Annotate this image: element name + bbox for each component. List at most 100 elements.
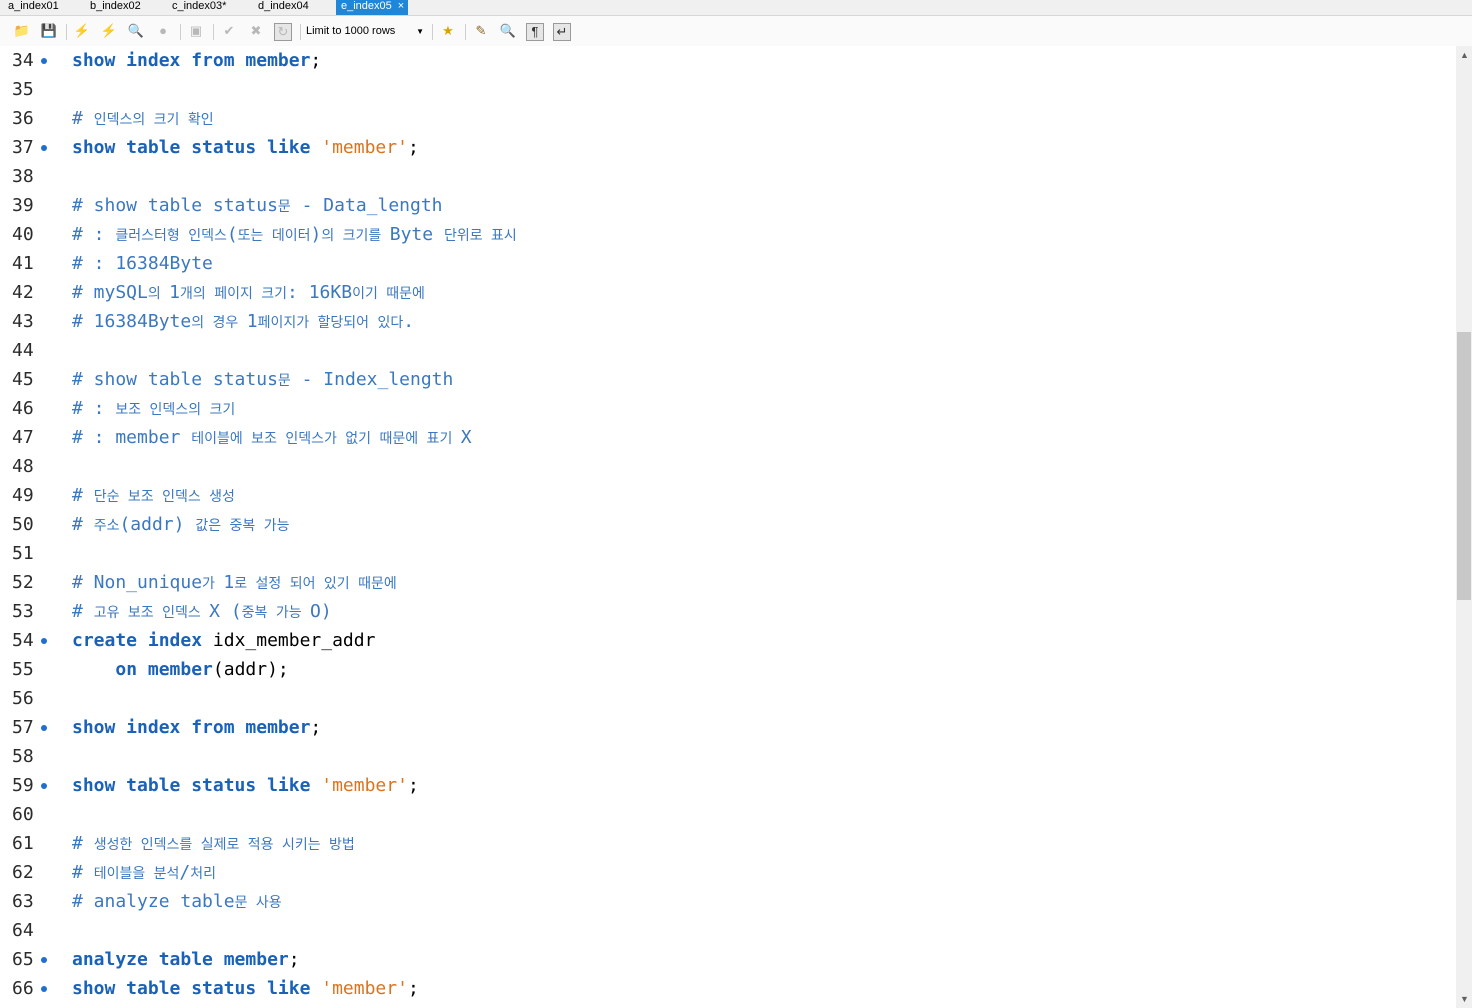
scroll-up-icon[interactable]: ▲ xyxy=(1460,50,1469,60)
toolbar-separator xyxy=(66,24,67,40)
code-line[interactable]: 60 xyxy=(0,800,1456,829)
tab-a_index01[interactable]: a_index01 xyxy=(8,0,59,15)
beautify-icon[interactable]: ✎ xyxy=(472,22,490,40)
code-token: 값은 중복 가능 xyxy=(195,518,290,534)
stop-icon[interactable]: ● xyxy=(154,22,172,40)
code-token: (addr); xyxy=(212,659,289,680)
code-line[interactable]: 43 # 16384Byte의 경우 1페이지가 할당되어 있다. xyxy=(0,307,1456,336)
code-token: # mySQL xyxy=(72,282,148,303)
code-line[interactable]: 65 analyze table member; xyxy=(0,945,1456,974)
code-line[interactable]: 58 xyxy=(0,742,1456,771)
code-line[interactable]: 48 xyxy=(0,452,1456,481)
code-token: 'member' xyxy=(321,137,408,158)
code-token: 의 크기를 xyxy=(321,228,390,244)
add-snippet-icon[interactable]: ★ xyxy=(439,22,457,40)
explain-icon[interactable]: 🔍 xyxy=(127,22,145,40)
toggle-results-icon[interactable]: ▣ xyxy=(187,22,205,40)
code-text: # : 보조 인덱스의 크기 xyxy=(72,394,235,425)
code-line[interactable]: 50 # 주소(addr) 값은 중복 가능 xyxy=(0,510,1456,539)
code-token: 개의 페이지 크기 xyxy=(180,286,288,302)
code-line[interactable]: 56 xyxy=(0,684,1456,713)
vertical-scrollbar[interactable]: ▲ ▼ xyxy=(1456,46,1472,1008)
invisible-chars-icon[interactable]: ¶ xyxy=(526,23,544,41)
code-token: 생성한 인덱스를 실제로 적용 시키는 방법 xyxy=(93,837,355,853)
code-token: - Index_length xyxy=(290,369,454,390)
line-number: 52 xyxy=(12,572,34,593)
code-line[interactable]: 61 # 생성한 인덱스를 실제로 적용 시키는 방법 xyxy=(0,829,1456,858)
code-text: show table status like 'member'; xyxy=(72,771,419,800)
code-line[interactable]: 52 # Non_unique가 1로 설정 되어 있기 때문에 xyxy=(0,568,1456,597)
statement-marker-icon xyxy=(41,986,47,992)
autocommit-icon[interactable]: ↻ xyxy=(274,23,292,41)
code-text: show table status like 'member'; xyxy=(72,133,419,162)
line-number: 63 xyxy=(12,891,34,912)
open-folder-icon[interactable]: 📁 xyxy=(13,22,31,40)
sql-editor[interactable]: 34 show index from member; 35 36 # 인덱스의 크기 확… xyxy=(0,46,1456,1008)
code-token: 'member' xyxy=(321,978,408,999)
statement-marker-icon xyxy=(41,783,47,789)
code-token: 의 경우 xyxy=(191,315,247,331)
code-line[interactable]: 59 show table status like 'member'; xyxy=(0,771,1456,800)
code-line[interactable]: 41 # : 16384Byte xyxy=(0,249,1456,278)
tab-d_index04[interactable]: d_index04 xyxy=(258,0,309,15)
toolbar-separator xyxy=(213,24,214,40)
tab-c_index03[interactable]: c_index03* xyxy=(172,0,226,15)
line-number: 51 xyxy=(12,543,34,564)
code-line[interactable]: 35 xyxy=(0,75,1456,104)
find-icon[interactable]: 🔍 xyxy=(499,22,517,40)
code-token: on member xyxy=(115,659,213,680)
execute-selection-icon[interactable]: ⚡ xyxy=(100,22,118,40)
code-line[interactable]: 42 # mySQL의 1개의 페이지 크기: 16KB이기 때문에 xyxy=(0,278,1456,307)
code-line[interactable]: 54 create index idx_member_addr xyxy=(0,626,1456,655)
execute-icon[interactable]: ⚡ xyxy=(73,22,91,40)
rollback-icon[interactable]: ✖ xyxy=(247,22,265,40)
code-token: X xyxy=(460,427,472,448)
code-line[interactable]: 57 show index from member; xyxy=(0,713,1456,742)
code-token: 문 사용 xyxy=(234,895,282,911)
line-number: 37 xyxy=(12,137,34,158)
code-token: 문 xyxy=(277,199,291,215)
code-line[interactable]: 44 xyxy=(0,336,1456,365)
code-line[interactable]: 46 # : 보조 인덱스의 크기 xyxy=(0,394,1456,423)
code-line[interactable]: 51 xyxy=(0,539,1456,568)
code-line[interactable]: 66 show table status like 'member'; xyxy=(0,974,1456,1003)
scrollbar-thumb[interactable] xyxy=(1457,332,1471,600)
scroll-down-icon[interactable]: ▼ xyxy=(1460,994,1469,1004)
code-line[interactable]: 47 # : member 테이블에 보조 인덱스가 없기 때문에 표기 X xyxy=(0,423,1456,452)
line-number: 64 xyxy=(12,920,34,941)
code-token: O) xyxy=(310,601,332,622)
code-token: # xyxy=(72,833,94,854)
code-text: # show table status문 - Data_length xyxy=(72,191,443,222)
code-line[interactable]: 45 # show table status문 - Index_length xyxy=(0,365,1456,394)
tab-e_index05[interactable]: e_index05 × xyxy=(336,0,409,15)
code-token: Byte xyxy=(389,224,444,245)
code-text: # : 16384Byte xyxy=(72,249,213,278)
code-token: 단위로 표시 xyxy=(443,228,517,244)
code-line[interactable]: 40 # : 클러스터형 인덱스(또는 데이터)의 크기를 Byte 단위로 표시 xyxy=(0,220,1456,249)
wrap-icon[interactable]: ↵ xyxy=(553,23,571,41)
code-line[interactable]: 55 on member(addr); xyxy=(0,655,1456,684)
code-line[interactable]: 49 # 단순 보조 인덱스 생성 xyxy=(0,481,1456,510)
code-line[interactable]: 39 # show table status문 - Data_length xyxy=(0,191,1456,220)
tab-bar: a_index01 b_index02 c_index03* d_index04 e_i… xyxy=(0,0,1472,16)
tab-b_index02[interactable]: b_index02 xyxy=(90,0,141,15)
code-line[interactable]: 62 # 테이블을 분석/처리 xyxy=(0,858,1456,887)
code-token: 클러스터형 인덱스 xyxy=(115,228,227,244)
code-token: . xyxy=(403,311,415,332)
code-line[interactable]: 53 # 고유 보조 인덱스 X (중복 가능 O) xyxy=(0,597,1456,626)
toolbar-separator xyxy=(432,24,433,40)
statement-marker-icon xyxy=(41,145,47,151)
code-line[interactable]: 64 xyxy=(0,916,1456,945)
code-token: # xyxy=(72,485,94,506)
code-token: (addr) xyxy=(119,514,196,535)
code-line[interactable]: 37 show table status like 'member'; xyxy=(0,133,1456,162)
save-icon[interactable]: 💾 xyxy=(40,22,58,40)
commit-icon[interactable]: ✔ xyxy=(220,22,238,40)
code-line[interactable]: 63 # analyze table문 사용 xyxy=(0,887,1456,916)
code-token: show table status like xyxy=(72,137,322,158)
code-line[interactable]: 38 xyxy=(0,162,1456,191)
close-icon[interactable]: × xyxy=(398,0,404,12)
limit-rows-select[interactable]: Limit to 1000 rows ▼ xyxy=(306,23,428,40)
code-line[interactable]: 36 # 인덱스의 크기 확인 xyxy=(0,104,1456,133)
code-line[interactable]: 34 show index from member; xyxy=(0,46,1456,75)
